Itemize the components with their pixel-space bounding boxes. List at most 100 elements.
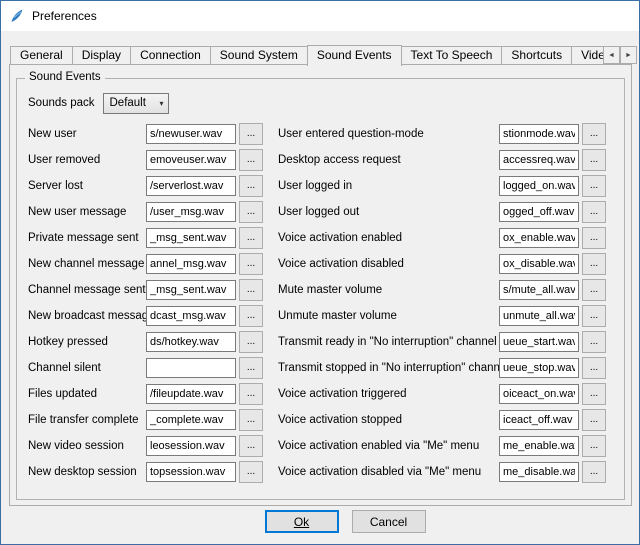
browse-button[interactable]: ... — [582, 357, 606, 379]
browse-button[interactable]: ... — [239, 227, 263, 249]
sound-event-label: New broadcast message — [28, 310, 146, 322]
browse-button[interactable]: ... — [582, 201, 606, 223]
sound-event-row: Transmit ready in "No interruption" chan… — [278, 329, 606, 355]
dialog-footer: Ok Cancel — [1, 510, 639, 533]
browse-button[interactable]: ... — [582, 227, 606, 249]
sound-file-input[interactable] — [146, 176, 236, 196]
sound-file-input[interactable] — [146, 254, 236, 274]
sound-file-input[interactable] — [499, 410, 579, 430]
sound-event-label: Voice activation enabled — [278, 232, 499, 244]
tab-display[interactable]: Display — [72, 46, 131, 64]
tab-sound-system[interactable]: Sound System — [210, 46, 308, 64]
sound-event-row: User logged in ... — [278, 173, 606, 199]
sound-file-input[interactable] — [499, 332, 579, 352]
sound-file-input[interactable] — [146, 462, 236, 482]
browse-button[interactable]: ... — [239, 149, 263, 171]
browse-button[interactable]: ... — [239, 175, 263, 197]
sound-file-input[interactable] — [146, 228, 236, 248]
browse-button[interactable]: ... — [239, 305, 263, 327]
sound-file-input[interactable] — [499, 176, 579, 196]
browse-button[interactable]: ... — [239, 123, 263, 145]
browse-button[interactable]: ... — [239, 409, 263, 431]
tab-scroll-buttons: ◄ ► — [603, 46, 637, 64]
sound-file-input[interactable] — [499, 254, 579, 274]
browse-button[interactable]: ... — [239, 461, 263, 483]
sounds-pack-label: Sounds pack — [28, 97, 95, 109]
browse-button[interactable]: ... — [239, 435, 263, 457]
sound-event-row: New video session ... — [28, 433, 265, 459]
browse-button[interactable]: ... — [582, 461, 606, 483]
sound-event-label: Desktop access request — [278, 154, 499, 166]
browse-button[interactable]: ... — [239, 331, 263, 353]
sound-event-row: Voice activation disabled ... — [278, 251, 606, 277]
tab-general[interactable]: General — [10, 46, 73, 64]
sound-file-input[interactable] — [146, 384, 236, 404]
sound-event-row: Desktop access request ... — [278, 147, 606, 173]
browse-button[interactable]: ... — [582, 175, 606, 197]
sound-file-input[interactable] — [499, 202, 579, 222]
sound-events-column-left: New user ... User removed ... Server los… — [28, 121, 265, 485]
sound-file-input[interactable] — [499, 306, 579, 326]
sound-event-label: User removed — [28, 154, 146, 166]
sound-event-row: Server lost ... — [28, 173, 265, 199]
sound-event-label: Unmute master volume — [278, 310, 499, 322]
browse-button[interactable]: ... — [582, 435, 606, 457]
sound-event-label: Mute master volume — [278, 284, 499, 296]
sound-event-row: Voice activation disabled via "Me" menu … — [278, 459, 606, 485]
sound-file-input[interactable] — [499, 358, 579, 378]
browse-button[interactable]: ... — [582, 123, 606, 145]
tab-scroll-left-icon[interactable]: ◄ — [603, 46, 620, 64]
sound-event-row: Files updated ... — [28, 381, 265, 407]
sound-file-input[interactable] — [146, 410, 236, 430]
sound-file-input[interactable] — [146, 124, 236, 144]
ok-button[interactable]: Ok — [265, 510, 339, 533]
sound-event-label: Transmit stopped in "No interruption" ch… — [278, 362, 499, 374]
sound-file-input[interactable] — [499, 124, 579, 144]
sounds-pack-select[interactable]: Default ▾ — [103, 93, 169, 114]
browse-button[interactable]: ... — [239, 383, 263, 405]
browse-button[interactable]: ... — [582, 383, 606, 405]
sounds-pack-value: Default — [110, 97, 146, 109]
sound-file-input[interactable] — [499, 280, 579, 300]
sound-event-label: File transfer complete — [28, 414, 146, 426]
tab-scroll-right-icon[interactable]: ► — [620, 46, 637, 64]
tab-sound-events[interactable]: Sound Events — [307, 45, 402, 66]
sound-event-row: New desktop session ... — [28, 459, 265, 485]
cancel-button[interactable]: Cancel — [352, 510, 426, 533]
sound-file-input[interactable] — [499, 462, 579, 482]
sound-file-input[interactable] — [146, 150, 236, 170]
sound-event-row: File transfer complete ... — [28, 407, 265, 433]
browse-button[interactable]: ... — [582, 149, 606, 171]
sound-file-input[interactable] — [499, 436, 579, 456]
sound-file-input[interactable] — [146, 332, 236, 352]
sound-event-label: User logged out — [278, 206, 499, 218]
sound-file-input[interactable] — [499, 228, 579, 248]
sounds-pack-row: Sounds pack Default ▾ — [28, 91, 624, 115]
browse-button[interactable]: ... — [582, 305, 606, 327]
sound-file-input[interactable] — [499, 150, 579, 170]
sound-file-input[interactable] — [146, 436, 236, 456]
sound-events-group: Sound Events Sounds pack Default ▾ New u… — [16, 78, 625, 500]
sound-file-input[interactable] — [146, 202, 236, 222]
browse-button[interactable]: ... — [582, 279, 606, 301]
sound-file-input[interactable] — [146, 358, 236, 378]
browse-button[interactable]: ... — [239, 253, 263, 275]
tab-video[interactable]: Video — [571, 46, 603, 64]
browse-button[interactable]: ... — [582, 253, 606, 275]
sound-event-label: New channel message — [28, 258, 146, 270]
browse-button[interactable]: ... — [239, 357, 263, 379]
sound-file-input[interactable] — [146, 280, 236, 300]
window-title: Preferences — [32, 9, 97, 23]
sound-event-row: User logged out ... — [278, 199, 606, 225]
chevron-down-icon: ▾ — [159, 99, 167, 108]
tab-shortcuts[interactable]: Shortcuts — [501, 46, 572, 64]
app-icon — [9, 8, 25, 24]
sound-file-input[interactable] — [499, 384, 579, 404]
browse-button[interactable]: ... — [239, 201, 263, 223]
sound-file-input[interactable] — [146, 306, 236, 326]
tab-connection[interactable]: Connection — [130, 46, 211, 64]
browse-button[interactable]: ... — [582, 331, 606, 353]
tab-text-to-speech[interactable]: Text To Speech — [401, 46, 503, 64]
browse-button[interactable]: ... — [582, 409, 606, 431]
browse-button[interactable]: ... — [239, 279, 263, 301]
